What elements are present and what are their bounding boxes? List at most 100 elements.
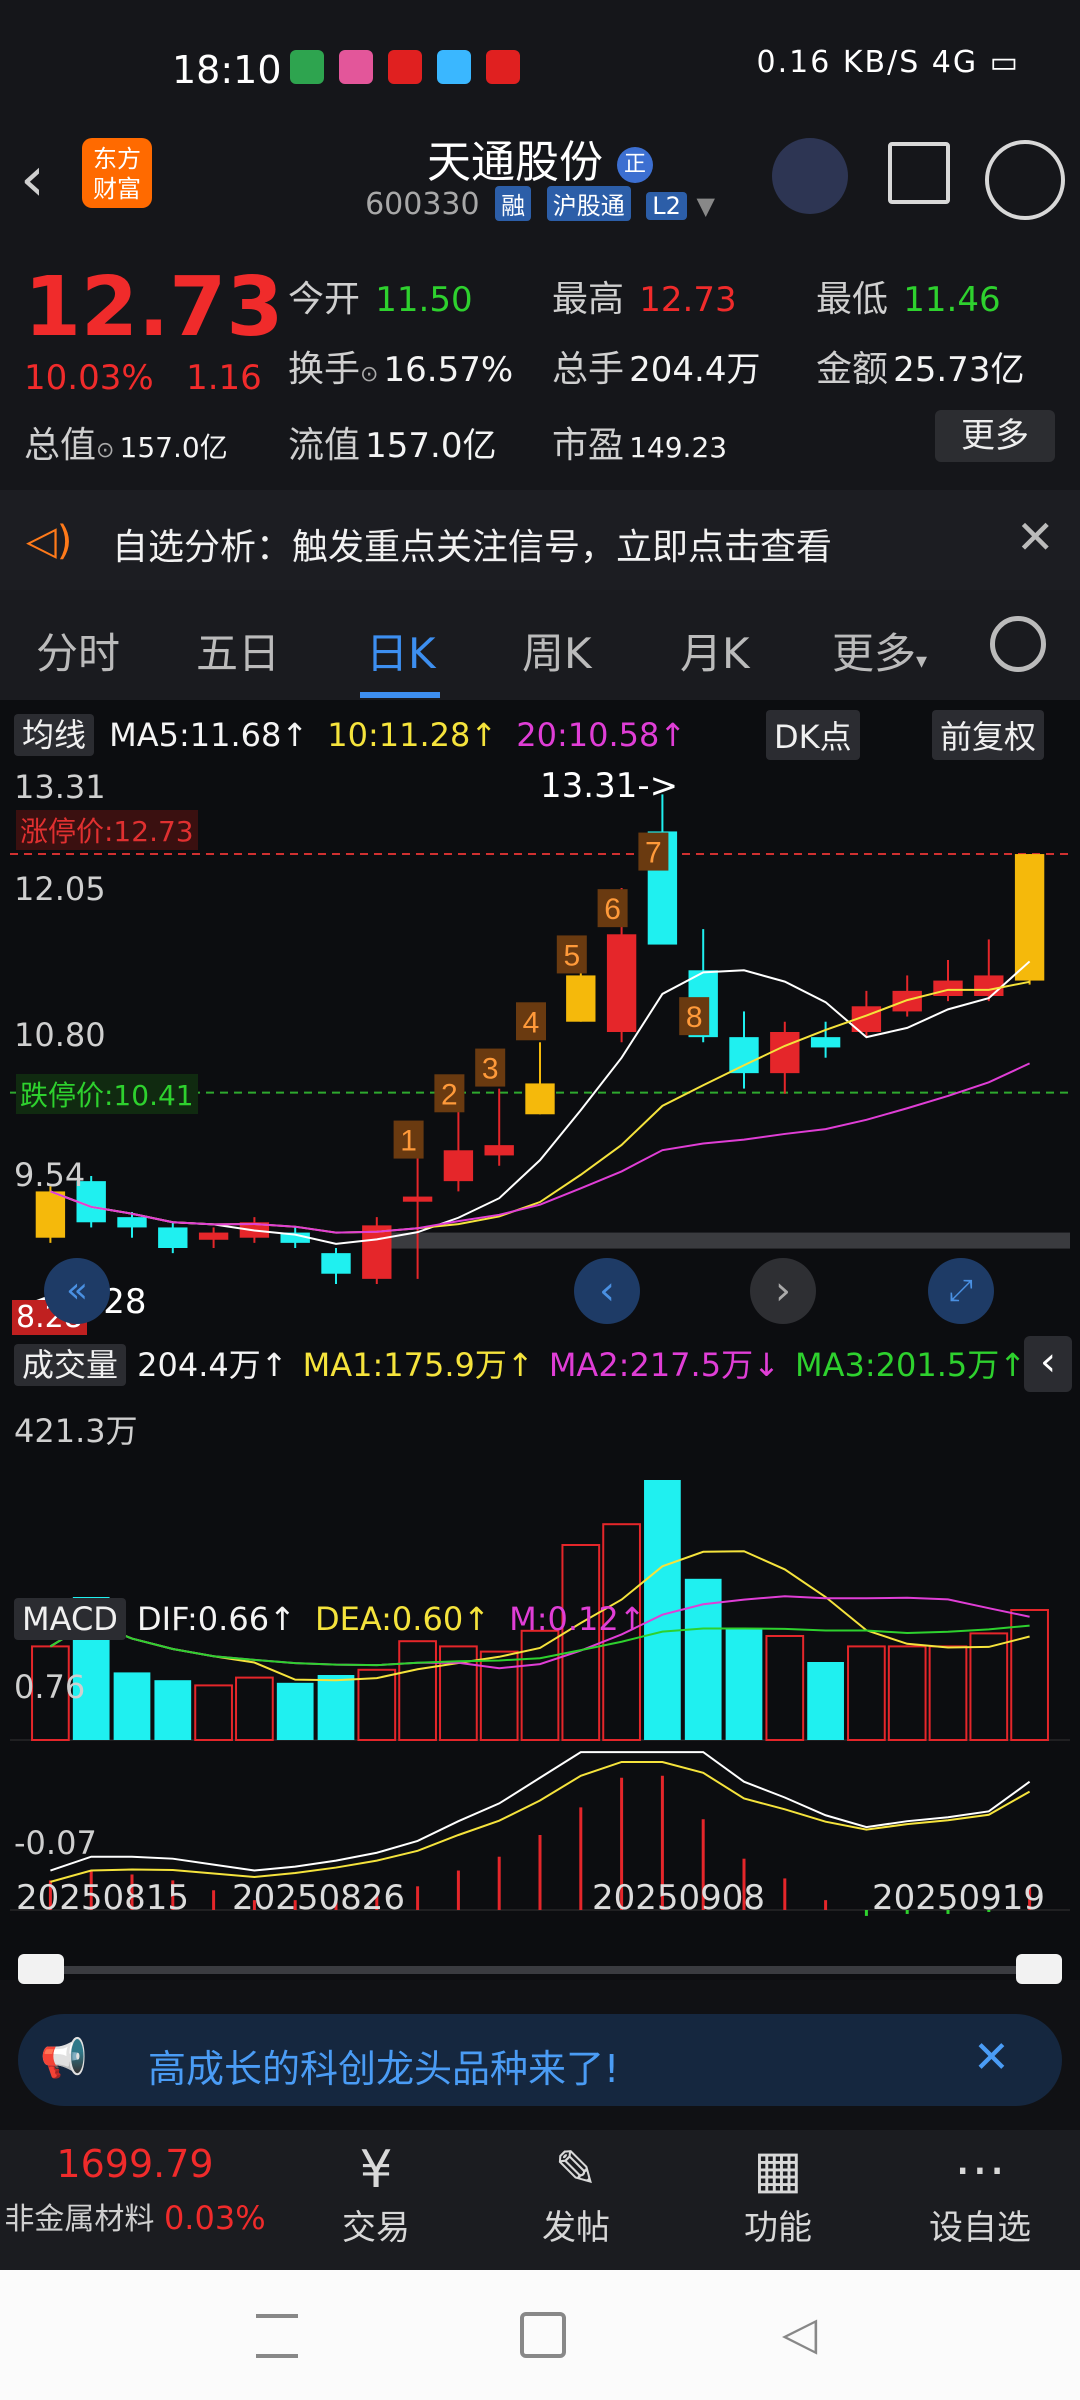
price-change: 10.03% 1.16 — [24, 358, 262, 398]
volume-bar — [317, 1675, 355, 1740]
menu-icon[interactable] — [256, 2314, 298, 2358]
candle-body — [770, 1032, 800, 1074]
float-field: 流值 157.0亿 — [288, 416, 496, 468]
system-nav-bar: ◁ — [0, 2270, 1080, 2400]
candle-body — [484, 1145, 514, 1156]
candle-body — [321, 1253, 351, 1274]
volume-value: 204.4万 — [629, 350, 761, 390]
dk-point-select[interactable]: DK点 — [766, 710, 860, 760]
amount-value: 25.73亿 — [893, 350, 1025, 390]
tab-intraday[interactable]: 分时 — [36, 620, 120, 681]
collapse-icon[interactable]: ‹ — [1024, 1336, 1072, 1392]
date-label-2: 20250826 — [232, 1878, 406, 1918]
volume-value-label: 204.4万 — [137, 1346, 261, 1384]
mktcap-label: 总值 — [24, 425, 97, 466]
tab-5day[interactable]: 五日 — [196, 620, 280, 681]
stock-header: ‹ 东方财富 天通股份 正 600330 融 沪股通 L2 ▼ — [0, 120, 1080, 240]
dif-label: DIF:0.66 — [137, 1600, 270, 1638]
next-icon[interactable]: › — [750, 1258, 816, 1324]
app-notification-icon — [339, 50, 374, 84]
macd-select[interactable]: MACD — [14, 1598, 126, 1640]
ma-header: 均线 MA5:11.68↑ 10:11.28↑ 20:10.58↑ — [14, 710, 686, 756]
tag-connect: 沪股通 — [546, 186, 631, 221]
candle-body — [117, 1217, 147, 1228]
volume-label: 总手 — [552, 349, 625, 390]
ad-close-icon[interactable]: ✕ — [973, 2032, 1010, 2083]
tab-daily[interactable]: 日K — [366, 620, 436, 681]
trade-button[interactable]: ¥ 交易 — [316, 2140, 436, 2249]
macd-header: MACD DIF:0.66↑ DEA:0.60↑ M:0.12↑ — [14, 1598, 646, 1640]
low-value: 11.46 — [903, 280, 1001, 320]
expand-icon[interactable]: ⤢ — [928, 1258, 994, 1324]
app-notification-icon — [486, 50, 521, 84]
candle-body — [933, 980, 963, 996]
signal-badge-text: 1 — [400, 1125, 417, 1158]
candle-body — [729, 1037, 759, 1074]
tag-level2: L2 — [646, 192, 687, 220]
close-icon[interactable]: ✕ — [1016, 510, 1055, 564]
pe-label: 市盈 — [552, 425, 625, 466]
watchlist-button[interactable]: ⋯ 设自选 — [920, 2140, 1040, 2249]
post-button[interactable]: ✎ 发帖 — [516, 2140, 636, 2249]
pct-change: 10.03% — [24, 358, 154, 398]
open-value: 11.50 — [375, 280, 473, 320]
prev-icon[interactable]: ‹ — [574, 1258, 640, 1324]
index-widget[interactable]: 1699.79 非金属材料 0.03% — [0, 2142, 270, 2238]
pe-field: 市盈 149.23 — [552, 416, 727, 468]
y-label-4: 9.54 — [14, 1156, 86, 1194]
high-marker: 13.31-> — [540, 766, 679, 806]
volume-bar — [194, 1684, 233, 1742]
ma20-label: 20:10.58 — [516, 716, 660, 754]
function-button[interactable]: ▦ 功能 — [718, 2140, 838, 2249]
watchlist-label: 设自选 — [929, 2208, 1031, 2248]
robot-assistant-icon[interactable] — [772, 138, 848, 214]
search-icon[interactable] — [985, 140, 1065, 220]
dropdown-icon[interactable]: ▼ — [696, 192, 714, 220]
high-label: 最高 — [552, 279, 625, 320]
ad-text: 高成长的科创龙头品种来了! — [148, 2047, 620, 2091]
tab-weekly[interactable]: 周K — [522, 620, 592, 681]
range-handle-left[interactable] — [18, 1954, 64, 1984]
more-button[interactable]: 更多 — [935, 410, 1055, 462]
share-icon[interactable] — [888, 142, 950, 204]
mktcap-value: 157.0亿 — [119, 431, 228, 464]
badge-icon: 正 — [617, 147, 653, 183]
tab-more[interactable]: 更多▾ — [832, 620, 927, 681]
trade-label: 交易 — [342, 2208, 410, 2248]
app-notification-icon — [290, 50, 324, 84]
home-icon[interactable] — [520, 2312, 566, 2358]
ma10-label: 10:11.28 — [327, 716, 471, 754]
vol-ma2-label: MA2:217.5万 — [548, 1346, 754, 1384]
signal-badge-text: 5 — [563, 939, 580, 972]
volume-bar — [235, 1676, 274, 1741]
float-value: 157.0亿 — [365, 426, 497, 466]
macd-ymin: -0.07 — [14, 1824, 97, 1862]
tab-monthly[interactable]: 月K — [680, 620, 750, 681]
range-handle-right[interactable] — [1016, 1954, 1062, 1984]
tag-margin: 融 — [495, 186, 532, 221]
signal-badge-text: 3 — [482, 1053, 499, 1086]
rewind-icon[interactable]: « — [44, 1258, 110, 1324]
period-tabs: 分时 五日 日K 周K 月K 更多▾ — [0, 590, 1080, 700]
volume-select[interactable]: 成交量 — [14, 1344, 127, 1386]
volume-bar — [928, 1645, 968, 1742]
candle-body — [362, 1225, 392, 1279]
ad-banner[interactable]: 📢 高成长的科创龙头品种来了! ✕ — [18, 2014, 1062, 2106]
status-time: 18:10 — [172, 48, 282, 92]
volume-bar — [644, 1480, 681, 1740]
low-label: 最低 — [816, 279, 889, 320]
notice-bar[interactable]: ◁) 自选分析：触发重点关注信号，立即点击查看 ✕ — [0, 490, 1080, 590]
candle-body — [525, 1083, 555, 1115]
back-nav-icon[interactable]: ◁ — [782, 2306, 817, 2360]
adjust-select[interactable]: 前复权 — [932, 710, 1045, 760]
volume-bar — [807, 1662, 844, 1740]
amount-field: 金额 25.73亿 — [816, 340, 1024, 392]
settings-gear-icon[interactable] — [990, 616, 1046, 672]
candle-body — [606, 934, 637, 1032]
range-scrollbar[interactable] — [18, 1966, 1058, 1974]
open-label: 今开 — [288, 279, 361, 320]
volume-field: 总手 204.4万 — [552, 340, 760, 392]
signal-badge-text: 8 — [686, 1001, 703, 1034]
date-label-3: 20250908 — [592, 1878, 766, 1918]
indicator-select[interactable]: 均线 — [14, 714, 95, 756]
